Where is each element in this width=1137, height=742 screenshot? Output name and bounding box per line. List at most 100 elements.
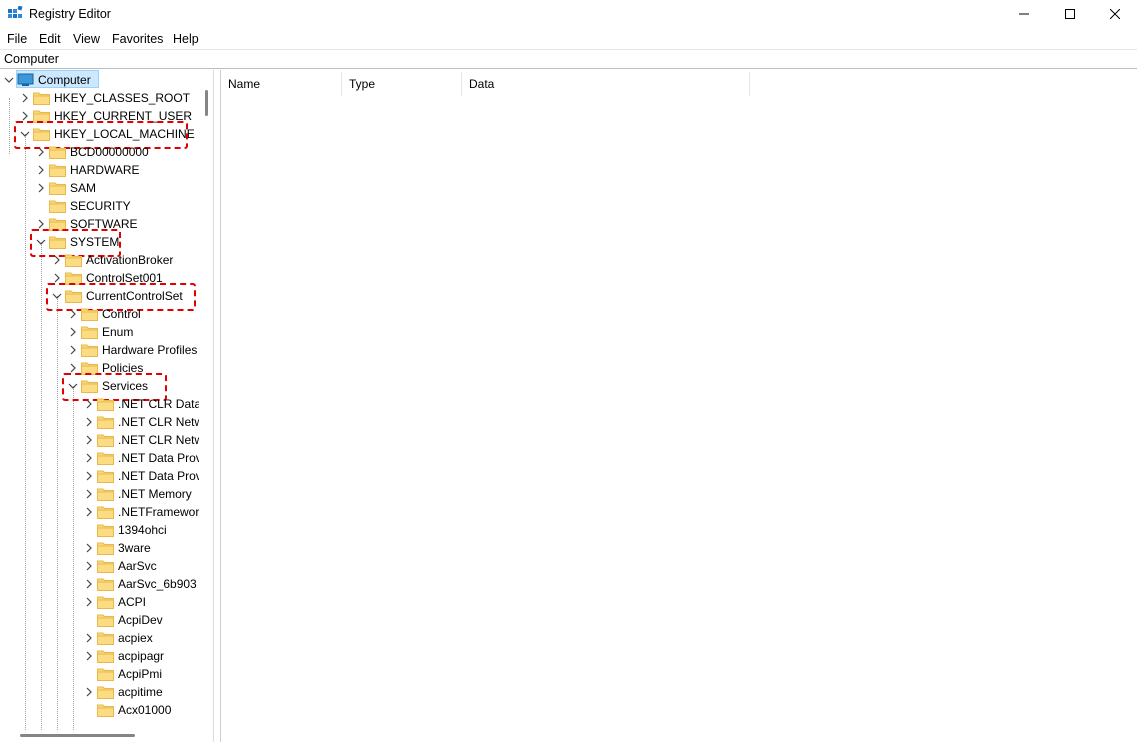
chevron-right-icon[interactable] (20, 111, 30, 121)
tree-node-label: Computer (38, 73, 91, 87)
tree-node[interactable]: Computer (0, 70, 213, 89)
tree-node-label: .NET CLR Netw (118, 433, 204, 447)
folder-icon (81, 344, 98, 357)
maximize-icon (1065, 9, 1075, 19)
folder-icon (97, 614, 114, 627)
folder-icon (49, 182, 66, 195)
chevron-right-icon[interactable] (84, 633, 94, 643)
tree-node[interactable]: .NET Data Prov (0, 449, 213, 467)
chevron-right-icon[interactable] (84, 651, 94, 661)
tree-node[interactable]: AarSvc (0, 557, 213, 575)
tree-node[interactable]: acpipagr (0, 647, 213, 665)
tree-node-label: Control (102, 307, 141, 321)
maximize-button[interactable] (1047, 0, 1093, 28)
tree-node[interactable]: 1394ohci (0, 521, 213, 539)
tree-node[interactable]: ActivationBroker (0, 251, 213, 269)
tree-node-label: AcpiDev (118, 613, 163, 627)
tree-node[interactable]: HKEY_CLASSES_ROOT (0, 89, 213, 107)
tree-node[interactable]: ACPI (0, 593, 213, 611)
tree-node[interactable]: acpiex (0, 629, 213, 647)
folder-icon (97, 668, 114, 681)
chevron-right-icon[interactable] (52, 255, 62, 265)
tree-node[interactable]: .NET Data Prov (0, 467, 213, 485)
menu-file[interactable]: File (7, 32, 27, 46)
chevron-right-icon[interactable] (84, 507, 94, 517)
chevron-right-icon[interactable] (36, 219, 46, 229)
folder-icon (65, 254, 82, 267)
chevron-right-icon[interactable] (68, 309, 78, 319)
chevron-right-icon[interactable] (84, 543, 94, 553)
tree-node[interactable]: AcpiPmi (0, 665, 213, 683)
chevron-right-icon[interactable] (36, 165, 46, 175)
pane-splitter[interactable] (213, 70, 221, 742)
menu-favorites[interactable]: Favorites (112, 32, 163, 46)
folder-icon (97, 452, 114, 465)
tree-node[interactable]: Control (0, 305, 213, 323)
chevron-right-icon[interactable] (84, 399, 94, 409)
tree-node[interactable]: AarSvc_6b903 (0, 575, 213, 593)
tree-node[interactable]: Enum (0, 323, 213, 341)
tree-vertical-scrollbar[interactable] (199, 70, 213, 726)
column-data[interactable]: Data (462, 72, 750, 96)
chevron-right-icon[interactable] (84, 453, 94, 463)
chevron-right-icon[interactable] (84, 597, 94, 607)
chevron-right-icon[interactable] (20, 93, 30, 103)
tree-node[interactable]: SAM (0, 179, 213, 197)
tree-node[interactable]: .NET CLR Data (0, 395, 213, 413)
tree-node[interactable]: .NET CLR Netw (0, 413, 213, 431)
chevron-right-icon[interactable] (84, 417, 94, 427)
menu-edit[interactable]: Edit (39, 32, 61, 46)
chevron-right-icon[interactable] (68, 327, 78, 337)
tree-node-label: Enum (102, 325, 134, 339)
tree-node[interactable]: HARDWARE (0, 161, 213, 179)
registry-tree[interactable]: Computer HKEY_CLASSES_ROOT HKEY_CURRENT_US… (0, 70, 213, 742)
tree-node-label: Acx01000 (118, 703, 172, 717)
chevron-right-icon[interactable] (84, 561, 94, 571)
menu-help[interactable]: Help (173, 32, 199, 46)
tree-horizontal-scroll-thumb[interactable] (20, 734, 135, 737)
tree-node[interactable]: AcpiDev (0, 611, 213, 629)
folder-icon (97, 578, 114, 591)
close-button[interactable] (1092, 0, 1137, 28)
minimize-icon (1019, 13, 1029, 15)
folder-icon (97, 434, 114, 447)
address-bar[interactable]: Computer (4, 52, 59, 66)
folder-icon (97, 596, 114, 609)
tree-node-label: 3ware (118, 541, 151, 555)
minimize-button[interactable] (1001, 0, 1047, 28)
chevron-right-icon[interactable] (68, 345, 78, 355)
chevron-right-icon[interactable] (68, 363, 78, 373)
tree-node[interactable]: .NET CLR Netw (0, 431, 213, 449)
chevron-down-icon[interactable] (4, 75, 14, 85)
column-name[interactable]: Name (221, 72, 342, 96)
title-bar: Registry Editor (0, 0, 1137, 28)
tree-vertical-scroll-thumb[interactable] (205, 90, 208, 116)
chevron-right-icon[interactable] (36, 183, 46, 193)
tree-node-label: acpiex (118, 631, 153, 645)
column-type[interactable]: Type (342, 72, 462, 96)
tree-node[interactable]: acpitime (0, 683, 213, 701)
folder-icon (97, 650, 114, 663)
chevron-right-icon[interactable] (52, 273, 62, 283)
tree-node-label: .NETFramewor (118, 505, 200, 519)
chevron-right-icon[interactable] (84, 471, 94, 481)
tree-node-label: ACPI (118, 595, 147, 609)
tree-node-label: acpipagr (118, 649, 165, 663)
tree-node[interactable]: 3ware (0, 539, 213, 557)
tree-node[interactable]: SECURITY (0, 197, 213, 215)
menu-view[interactable]: View (73, 32, 100, 46)
chevron-right-icon[interactable] (36, 147, 46, 157)
chevron-right-icon[interactable] (84, 579, 94, 589)
chevron-right-icon[interactable] (84, 489, 94, 499)
folder-icon (33, 92, 50, 105)
tree-node[interactable]: Acx01000 (0, 701, 213, 719)
chevron-right-icon[interactable] (84, 687, 94, 697)
tree-node[interactable]: .NETFramewor (0, 503, 213, 521)
tree-node-label: ActivationBroker (86, 253, 174, 267)
menu-separator (0, 49, 1137, 50)
tree-node[interactable]: .NET Memory (0, 485, 213, 503)
tree-node-label: .NET Data Prov (118, 451, 202, 465)
chevron-right-icon[interactable] (84, 435, 94, 445)
tree-node[interactable]: Hardware Profiles (0, 341, 213, 359)
tree-node[interactable]: BCD00000000 (0, 143, 213, 161)
